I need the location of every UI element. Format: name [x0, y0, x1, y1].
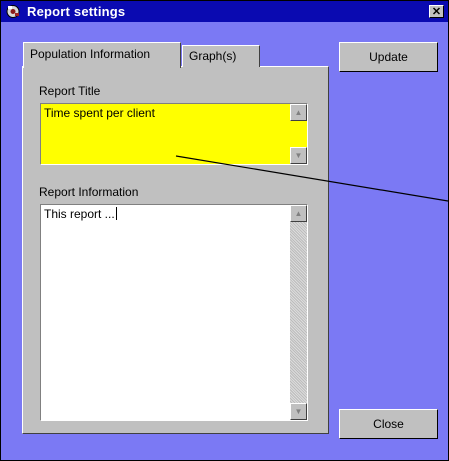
report-information-scrollbar[interactable]: ▲ ▼ [290, 205, 307, 420]
title-bar[interactable]: Report settings ✕ [1, 1, 448, 22]
report-title-scrollbar[interactable]: ▲ ▼ [290, 104, 307, 164]
scroll-up-button[interactable]: ▲ [290, 205, 307, 222]
scroll-down-button[interactable]: ▼ [290, 147, 307, 164]
report-title-text[interactable]: Time spent per client [41, 104, 290, 164]
tab-label: Population Information [30, 47, 151, 61]
close-button-label: Close [373, 417, 404, 431]
report-information-field[interactable]: This report ... ▲ ▼ [40, 204, 308, 421]
population-information-panel: Report Title Time spent per client ▲ ▼ R… [22, 66, 329, 434]
report-information-value: This report ... [44, 207, 115, 221]
scroll-down-icon: ▼ [294, 407, 303, 416]
scroll-down-button[interactable]: ▼ [290, 403, 307, 420]
close-window-button[interactable]: ✕ [429, 5, 444, 18]
report-information-text[interactable]: This report ... [41, 205, 290, 420]
scroll-up-icon: ▲ [294, 209, 303, 218]
window-title: Report settings [27, 4, 126, 19]
tab-population-information[interactable]: Population Information [23, 42, 181, 68]
close-button[interactable]: Close [339, 409, 438, 439]
scroll-down-icon: ▼ [294, 151, 303, 160]
text-caret [115, 207, 117, 220]
report-title-label: Report Title [39, 84, 101, 98]
tab-label: Graph(s) [189, 49, 237, 63]
update-button-label: Update [369, 50, 408, 64]
scroll-up-button[interactable]: ▲ [290, 104, 307, 121]
close-icon: ✕ [431, 6, 442, 18]
report-gear-icon [6, 5, 20, 18]
update-button[interactable]: Update [339, 42, 438, 72]
scroll-up-icon: ▲ [294, 108, 303, 117]
report-information-label: Report Information [39, 185, 139, 199]
report-title-field[interactable]: Time spent per client ▲ ▼ [40, 103, 308, 165]
report-settings-window: Report settings ✕ Population Information… [0, 0, 449, 461]
tab-graphs[interactable]: Graph(s) [182, 45, 260, 67]
